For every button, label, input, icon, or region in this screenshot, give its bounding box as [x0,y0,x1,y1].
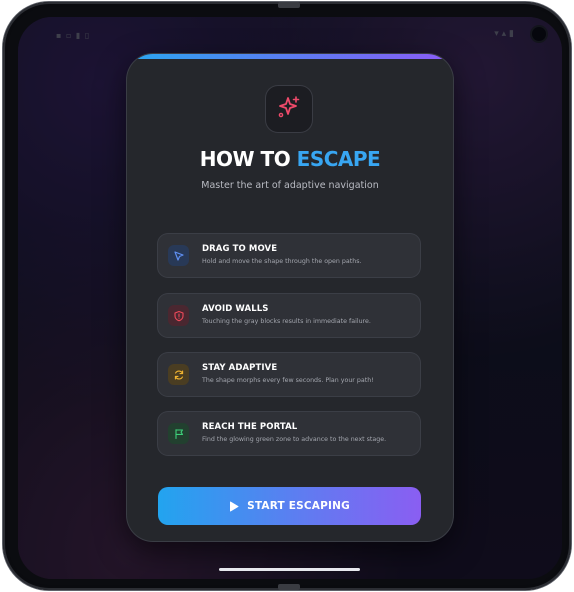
start-escaping-label: START ESCAPING [247,500,350,512]
modal-title: HOW TO ESCAPE [127,147,453,171]
rule-title: AVOID WALLS [202,304,269,314]
rule-description: The shape morphs every few seconds. Plan… [202,377,374,384]
rule-title: STAY ADAPTIVE [202,363,278,373]
badge [266,86,312,132]
rule-title: DRAG TO MOVE [202,244,278,254]
modal-accent-bar [127,54,453,59]
modal-subtitle: Master the art of adaptive navigation [201,180,379,191]
hinge-top [278,2,300,8]
refresh-icon [168,364,189,385]
rule-description: Touching the gray blocks results in imme… [202,318,371,325]
home-gesture-bar[interactable] [219,568,360,571]
screen: ▪ ▫ ▮ ▯ ▾ ▴ ▮ HOW TO ESCAPE Master the a… [18,17,562,579]
title-part-escape: ESCAPE [296,147,381,171]
hinge-bottom [278,584,300,590]
how-to-escape-modal: HOW TO ESCAPE Master the art of adaptive… [127,54,453,541]
rule-card-reach-the-portal: REACH THE PORTAL Find the glowing green … [158,412,420,455]
rule-title: REACH THE PORTAL [202,422,298,432]
rule-card-avoid-walls: AVOID WALLS Touching the gray blocks res… [158,294,420,337]
rule-description: Hold and move the shape through the open… [202,258,362,265]
shield-alert-icon [168,305,189,326]
rule-description: Find the glowing green zone to advance t… [202,436,387,443]
sparkles-icon [276,94,302,124]
start-escaping-button[interactable]: START ESCAPING [158,487,421,525]
flag-icon [168,423,189,444]
rule-card-drag-to-move: DRAG TO MOVE Hold and move the shape thr… [158,234,420,277]
device-frame: ▪ ▫ ▮ ▯ ▾ ▴ ▮ HOW TO ESCAPE Master the a… [3,2,571,590]
play-icon [229,497,239,516]
cursor-pointer-icon [168,245,189,266]
rule-card-stay-adaptive: STAY ADAPTIVE The shape morphs every few… [158,353,420,396]
title-part-how-to: HOW TO [199,147,297,171]
